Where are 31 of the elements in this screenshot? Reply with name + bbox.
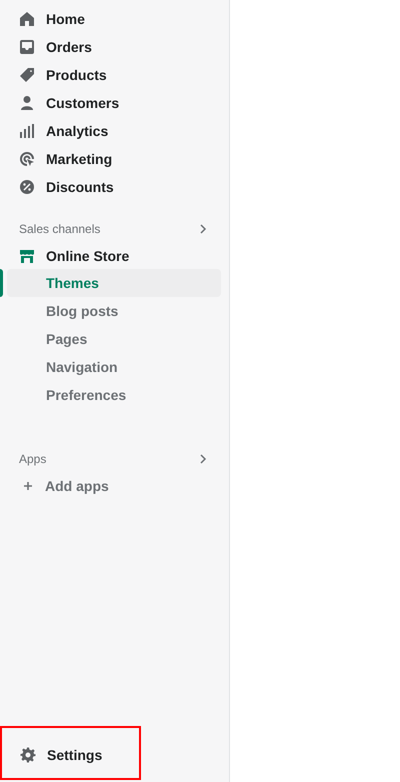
section-heading: Sales channels — [19, 221, 100, 238]
subnav-item[interactable]: Blog posts — [7, 297, 221, 325]
nav-item[interactable]: Products — [0, 61, 229, 89]
nav-item[interactable]: Home — [0, 5, 229, 33]
nav-item[interactable]: Orders — [0, 33, 229, 61]
target-icon — [19, 151, 35, 167]
subnav-item[interactable]: Pages — [7, 325, 221, 353]
discount-icon — [19, 179, 35, 195]
home-icon — [19, 11, 35, 27]
expand-button[interactable] — [199, 453, 207, 465]
nav-item[interactable]: Marketing — [0, 145, 229, 173]
storefront-icon — [19, 248, 35, 264]
subnav-item[interactable]: Navigation — [7, 353, 221, 381]
plus-icon — [21, 479, 35, 493]
subnav-item[interactable]: Preferences — [7, 381, 221, 409]
gear-icon — [20, 747, 36, 763]
bar-chart-icon — [19, 123, 35, 139]
nav-item[interactable]: Customers — [0, 89, 229, 117]
nav-item[interactable]: Analytics — [0, 117, 229, 145]
tag-icon — [19, 67, 35, 83]
inbox-icon — [19, 39, 35, 55]
chevron-right-icon — [199, 453, 207, 465]
chevron-right-icon — [199, 223, 207, 235]
expand-button[interactable] — [199, 223, 207, 235]
nav-item[interactable]: Online Store — [0, 243, 229, 269]
add-apps-link[interactable]: Add apps — [0, 473, 229, 499]
settings-item[interactable]: Settings — [0, 726, 141, 780]
section-heading: Apps — [19, 451, 46, 468]
person-icon — [19, 95, 35, 111]
nav-item[interactable]: Discounts — [0, 173, 229, 201]
subnav-item[interactable]: Themes — [7, 269, 221, 297]
